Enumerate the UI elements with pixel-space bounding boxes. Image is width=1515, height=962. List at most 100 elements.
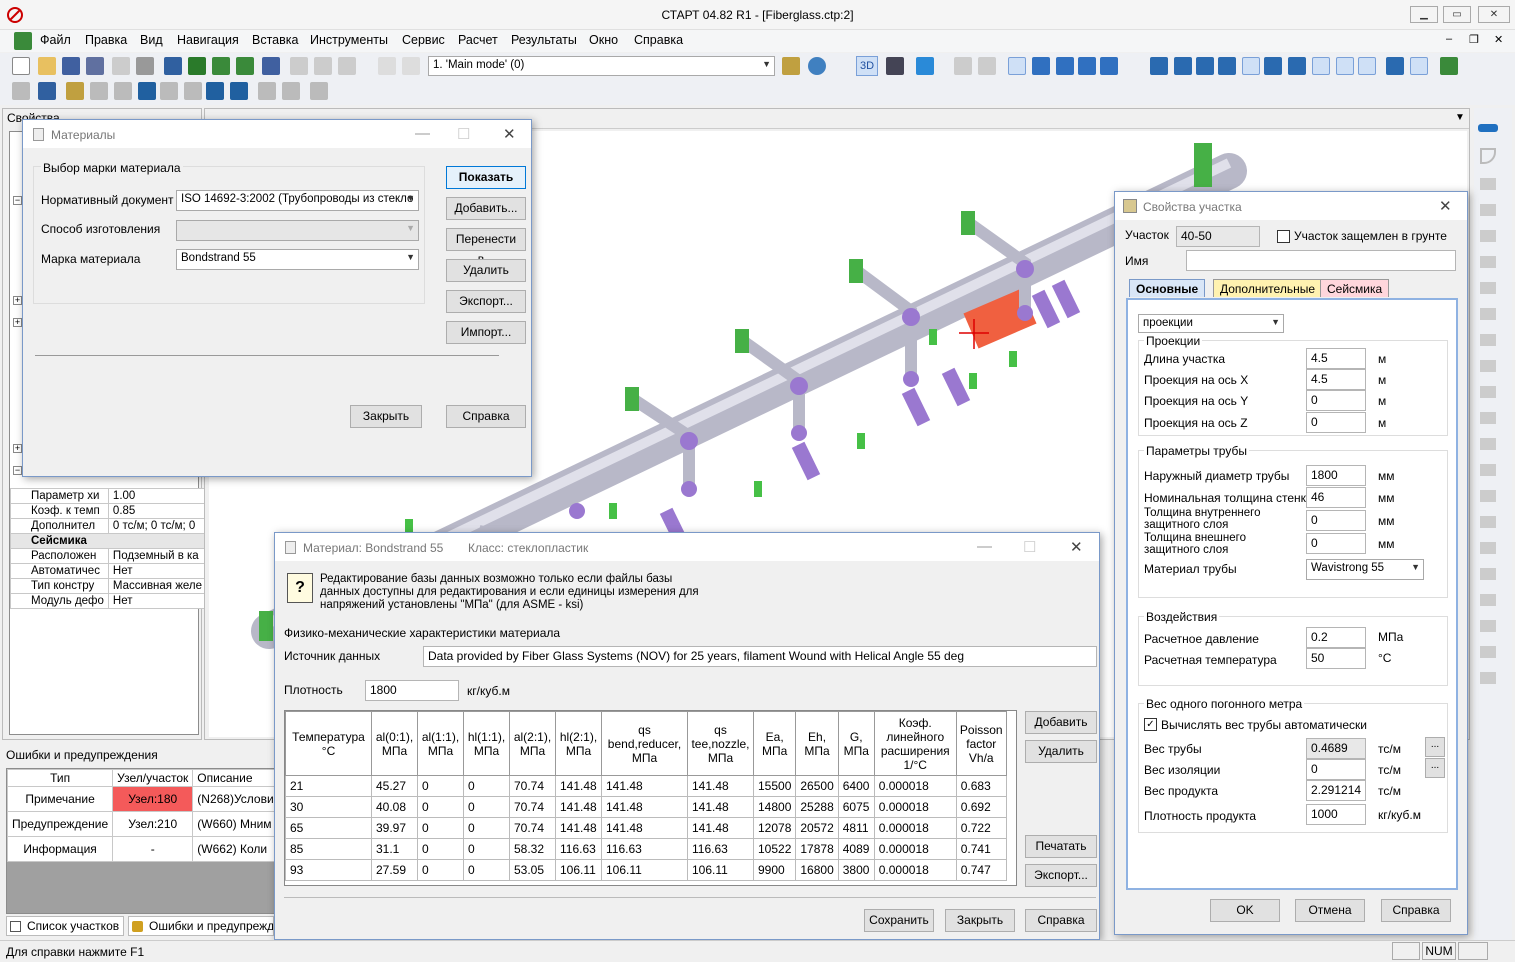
table-cell[interactable]: 6075	[837, 796, 875, 818]
col-qs-tee[interactable]: qs tee,nozzle, МПа	[687, 711, 754, 776]
prop-value[interactable]: 1.00	[107, 488, 208, 504]
support-icon[interactable]	[1480, 308, 1496, 320]
vessel-icon[interactable]	[1480, 542, 1496, 554]
pipe-tool-11-icon[interactable]	[1386, 57, 1404, 75]
wall-thickness-input[interactable]: 46	[1306, 487, 1366, 508]
add-row-button[interactable]: Добавить	[1025, 711, 1097, 734]
valve-icon[interactable]	[1480, 230, 1496, 242]
tab-errors[interactable]: Ошибки и предупрежд	[128, 916, 274, 936]
col-desc[interactable]: Описание	[192, 769, 279, 787]
reducer-icon[interactable]	[1480, 204, 1496, 216]
table-cell[interactable]: 141.48	[601, 775, 688, 797]
table-cell[interactable]: 0.000018	[873, 817, 957, 839]
save-button[interactable]: Сохранить	[864, 909, 934, 932]
table-cell[interactable]: 0	[417, 838, 464, 860]
menu-navigation[interactable]: Навигация	[177, 33, 239, 47]
table-cell[interactable]: 4089	[837, 838, 875, 860]
check-icon[interactable]	[212, 57, 230, 75]
table-cell[interactable]: 0	[463, 859, 510, 881]
select-icon[interactable]	[1008, 57, 1026, 75]
pipe-tool-6-icon[interactable]	[1264, 57, 1282, 75]
col-poisson[interactable]: Poisson factor Vh/a	[955, 711, 1007, 776]
prop-row[interactable]: Параметр хи 1.00	[10, 488, 208, 504]
menu-service[interactable]: Сервис	[402, 33, 445, 47]
table-cell[interactable]: 53.05	[509, 859, 556, 881]
table-cell[interactable]: 0	[463, 838, 510, 860]
table-cell[interactable]: 30	[285, 796, 372, 818]
table-cell[interactable]: 0.000018	[873, 796, 957, 818]
table-cell[interactable]: 9900	[752, 859, 797, 881]
pipe-weight-more-button[interactable]: ...	[1425, 737, 1445, 757]
calc-icon[interactable]	[188, 57, 206, 75]
table-cell[interactable]: 6400	[837, 775, 875, 797]
row2-tool-1-icon[interactable]	[12, 82, 30, 100]
table-cell[interactable]: 141.48	[687, 775, 754, 797]
expand-icon[interactable]: −	[13, 466, 22, 475]
col-al11[interactable]: al(1:1), МПа	[417, 711, 464, 776]
pipe-tool-1-icon[interactable]	[1150, 57, 1168, 75]
open-icon[interactable]	[38, 57, 56, 75]
col-node[interactable]: Узел/участок	[112, 769, 194, 787]
col-g[interactable]: G, МПа	[837, 711, 875, 776]
report-icon[interactable]	[1440, 57, 1458, 75]
help-button[interactable]: Справка	[1381, 899, 1451, 922]
col-ea[interactable]: Ea, МПа	[752, 711, 797, 776]
table-cell[interactable]: 31.1	[371, 838, 418, 860]
menu-tools[interactable]: Инструменты	[310, 33, 388, 47]
product-density-input[interactable]: 1000	[1306, 804, 1366, 825]
row2-tool-7-icon[interactable]	[160, 82, 178, 100]
table-cell[interactable]: 70.74	[509, 775, 556, 797]
zoom-icon[interactable]	[1056, 57, 1074, 75]
table-cell[interactable]: 39.97	[371, 817, 418, 839]
table-cell[interactable]: 10522	[752, 838, 797, 860]
help-button[interactable]: Справка	[1025, 909, 1097, 932]
menu-results[interactable]: Результаты	[511, 33, 577, 47]
menu-window[interactable]: Окно	[589, 33, 618, 47]
pan-icon[interactable]	[1032, 57, 1050, 75]
close-dialog-button[interactable]: Закрыть	[945, 909, 1015, 932]
mdi-close-icon[interactable]: ✕	[1494, 33, 1503, 46]
table-cell[interactable]: 141.48	[555, 817, 602, 839]
table-cell[interactable]: 0.000018	[873, 838, 957, 860]
table-cell[interactable]: 141.48	[687, 796, 754, 818]
table-cell[interactable]: 15500	[752, 775, 797, 797]
table-icon[interactable]	[262, 57, 280, 75]
pipe-tool-2-icon[interactable]	[1174, 57, 1192, 75]
import-button[interactable]: Импорт...	[446, 321, 526, 344]
delete-row-button[interactable]: Удалить	[1025, 740, 1097, 763]
expand-icon[interactable]: +	[13, 296, 22, 305]
col-hl11[interactable]: hl(1:1), МПа	[463, 711, 510, 776]
table-cell[interactable]: 0	[463, 817, 510, 839]
weight-icon[interactable]	[1480, 620, 1496, 632]
temperature-input[interactable]: 50	[1306, 648, 1366, 669]
save-as-icon[interactable]	[86, 57, 104, 75]
menu-view[interactable]: Вид	[140, 33, 163, 47]
delete-button[interactable]: Удалить	[446, 259, 526, 282]
prop-row[interactable]: Тип констру Массивная желе	[10, 578, 208, 594]
inner-layer-input[interactable]: 0	[1306, 510, 1366, 531]
displacement-icon[interactable]	[1480, 672, 1496, 684]
cancel-button[interactable]: Отмена	[1295, 899, 1365, 922]
tab-dropdown-icon[interactable]: ▼	[1455, 112, 1465, 123]
wind-icon[interactable]	[1480, 646, 1496, 658]
col-type[interactable]: Тип	[6, 769, 114, 787]
tab-segment-list[interactable]: Список участков	[6, 916, 125, 936]
name-input[interactable]	[1186, 250, 1456, 271]
prop-value[interactable]: 0 тс/м; 0 тс/м; 0	[107, 518, 208, 534]
table-cell[interactable]: 116.63	[555, 838, 602, 860]
zoom-window-icon[interactable]	[954, 57, 972, 75]
table-cell[interactable]: 106.11	[555, 859, 602, 881]
table-cell[interactable]: 141.48	[601, 796, 688, 818]
error-row[interactable]: Примечание Узел:180 (N268)Услови	[6, 786, 279, 812]
close-icon[interactable]: ✕	[1439, 197, 1452, 215]
zoom-extents-icon[interactable]	[978, 57, 996, 75]
binoculars-icon[interactable]	[886, 57, 904, 75]
table-cell[interactable]: 0	[417, 775, 464, 797]
table-cell[interactable]: 0.741	[955, 838, 1007, 860]
row2-tool-8-icon[interactable]	[184, 82, 202, 100]
col-al01[interactable]: al(0:1), МПа	[371, 711, 418, 776]
menu-help[interactable]: Справка	[634, 33, 683, 47]
print-button[interactable]: Печатать	[1025, 835, 1097, 858]
mdi-restore-icon[interactable]: ❐	[1469, 33, 1479, 46]
col-al21[interactable]: al(2:1), МПа	[509, 711, 556, 776]
